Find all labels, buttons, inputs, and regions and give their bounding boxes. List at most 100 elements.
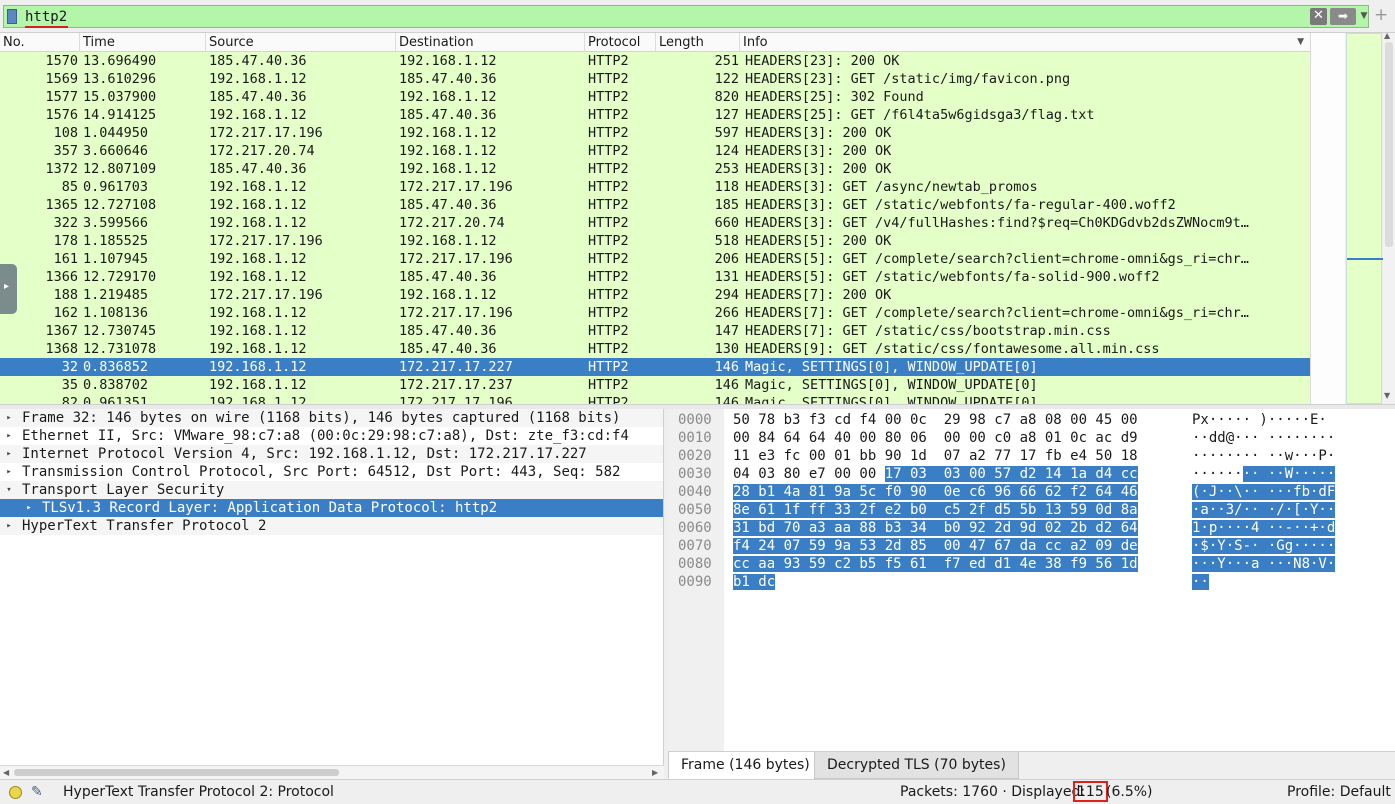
expand-chevron-right-icon[interactable]: ▸ [3,427,15,445]
details-scrollbar-thumb[interactable] [14,769,339,776]
profile-selector[interactable]: Profile: Default [1287,780,1391,804]
capture-comment-edit-icon[interactable]: ✎ [31,780,43,804]
hex-bytes[interactable]: 8e 61 1f ff 33 2f e2 b0 c5 2f d5 5b 13 5… [733,501,1138,519]
packet-list-scroll-gutter [1310,33,1345,404]
scroll-down-icon[interactable]: ▼ [1384,391,1390,400]
tab-decrypted-tls[interactable]: Decrypted TLS (70 bytes) [814,752,1019,779]
column-header-protocol[interactable]: Protocol [585,33,656,52]
packet-list-scrollbar[interactable]: ▲ ▼ [1383,31,1395,404]
clear-filter-icon[interactable]: ✕ [1310,8,1327,25]
ascii-bytes[interactable]: ·· [1192,573,1209,591]
ascii-bytes[interactable]: ········ ··w···P· [1192,447,1335,465]
column-header-source[interactable]: Source [206,33,396,52]
ascii-bytes[interactable]: ·a··3/·· ·/·[·Y·· [1192,501,1336,519]
packet-row[interactable]: 108 1.044950 172.217.17.196 192.168.1.12 HTT… [0,124,1310,142]
scroll-left-icon[interactable]: ◀ [3,766,9,779]
ascii-bytes[interactable]: ···Y···a ···N8·V· [1192,555,1336,573]
hex-bytes[interactable]: 04 03 80 e7 00 00 17 03 03 00 57 d2 14 1… [733,465,1138,483]
expand-chevron-right-icon[interactable]: ▸ [3,445,15,463]
packet-row[interactable]: 1366 12.729170 192.168.1.12 185.47.40.36 HTT… [0,268,1310,286]
expand-chevron-right-icon[interactable]: ▸ [3,463,15,481]
add-filter-button-plus-icon[interactable]: + [1374,6,1388,24]
column-header-no[interactable]: No. [0,33,80,52]
byte-offset: 0030 [678,466,712,482]
packet-list-side-handle-icon[interactable]: ▸ [0,264,17,314]
cell-length: 185 [714,197,739,213]
packet-row[interactable]: 1577 15.037900 185.47.40.36 192.168.1.12 HTT… [0,88,1310,106]
expand-chevron-right-icon[interactable]: ▸ [3,517,15,535]
ascii-bytes[interactable]: ··dd@··· ········ [1192,429,1335,447]
ascii-bytes[interactable]: Px····· )·····E· [1192,411,1327,429]
packet-row[interactable]: 82 0.961351 192.168.1.12 172.217.17.196 HTTP… [0,394,1310,404]
packet-row[interactable]: 178 1.185525 172.217.17.196 192.168.1.12 HTT… [0,232,1310,250]
ascii-bytes[interactable]: 1·p····4 ··-··+·d [1192,519,1336,537]
packet-row[interactable]: 35 0.838702 192.168.1.12 172.217.17.237 HTTP… [0,376,1310,394]
hex-selected: 17 03 03 00 57 d2 14 1a d4 cc [884,466,1138,482]
packet-list: No. Time Source Destination Protocol Len… [0,33,1345,404]
expand-chevron-down-icon[interactable]: ▾ [3,481,15,499]
hex-bytes[interactable]: f4 24 07 59 9a 53 2d 85 00 47 67 da cc a… [733,537,1138,555]
tab-frame-bytes[interactable]: Frame (146 bytes) [668,752,823,779]
packet-list-minimap[interactable] [1346,33,1383,404]
hex-bytes[interactable]: cc aa 93 59 c2 b5 f5 61 f7 ed d1 4e 38 f… [733,555,1138,573]
hex-bytes[interactable]: 00 84 64 64 40 00 80 06 00 00 c0 a8 01 0… [733,429,1138,447]
cell-destination: 192.168.1.12 [399,287,497,303]
filter-highlight-underline [25,26,68,28]
packet-row[interactable]: 1367 12.730745 192.168.1.12 185.47.40.36 HTT… [0,322,1310,340]
detail-tree-label: TLSv1.3 Record Layer: Application Data P… [42,500,498,516]
detail-tree-item[interactable]: ▸ Frame 32: 146 bytes on wire (1168 bits)… [0,409,663,427]
hex-bytes[interactable]: b1 dc [733,573,776,591]
apply-filter-arrow-icon[interactable]: ➡ [1330,8,1356,25]
packet-row[interactable]: 188 1.219485 172.217.17.196 192.168.1.12 HTT… [0,286,1310,304]
cell-no: 357 [53,143,78,159]
hex-bytes[interactable]: 28 b1 4a 81 9a 5c f0 90 0e c6 96 66 62 f… [733,483,1138,501]
filter-text[interactable]: http2 [25,8,67,26]
cell-length: 146 [714,395,739,404]
scroll-up-icon[interactable]: ▲ [1384,31,1390,40]
display-filter-input[interactable]: http2 ✕ ➡ ▼ [3,5,1369,28]
packet-row[interactable]: 1576 14.914125 192.168.1.12 185.47.40.36 HTT… [0,106,1310,124]
packet-row[interactable]: 1368 12.731078 192.168.1.12 185.47.40.36 HTT… [0,340,1310,358]
column-header-time[interactable]: Time [80,33,206,52]
expert-info-indicator-icon[interactable] [9,786,22,799]
cell-protocol: HTTP2 [588,53,629,69]
filter-bookmark-icon[interactable] [7,9,17,24]
detail-tree-item[interactable]: ▸ Transmission Control Protocol, Src Port… [0,463,663,481]
scrollbar-thumb[interactable] [1385,42,1393,247]
detail-tree-item[interactable]: ▸ Internet Protocol Version 4, Src: 192.1… [0,445,663,463]
hex-bytes[interactable]: 50 78 b3 f3 cd f4 00 0c 29 98 c7 a8 08 0… [733,411,1138,429]
expand-chevron-right-icon[interactable]: ▸ [3,409,15,427]
ascii-bytes[interactable]: ·$·Y·S-· ·Gg····· [1192,537,1336,555]
sort-chevron-down-icon[interactable]: ▼ [1297,33,1304,52]
detail-tree-item[interactable]: ▸ HyperText Transfer Protocol 2 [0,517,663,535]
expand-chevron-right-icon[interactable]: ▸ [23,499,35,517]
packet-row[interactable]: 1372 12.807109 185.47.40.36 192.168.1.12 HTT… [0,160,1310,178]
details-horizontal-scrollbar[interactable]: ◀ ▶ [0,765,664,779]
packet-row[interactable]: 85 0.961703 192.168.1.12 172.217.17.196 HTTP… [0,178,1310,196]
packet-row[interactable]: 322 3.599566 192.168.1.12 172.217.20.74 HTTP… [0,214,1310,232]
packet-row[interactable]: 1570 13.696490 185.47.40.36 192.168.1.12 HTT… [0,52,1310,70]
column-header-length[interactable]: Length [656,33,740,52]
ascii-bytes[interactable]: (·J··\·· ···fb·dF [1192,483,1336,501]
packet-row[interactable]: 1569 13.610296 192.168.1.12 185.47.40.36 HTT… [0,70,1310,88]
bytes-row: 0060 31 bd 70 a3 aa 88 b3 34 b0 92 2d 9d … [668,519,1395,537]
cell-destination: 172.217.17.227 [399,359,513,375]
hex-bytes[interactable]: 31 bd 70 a3 aa 88 b3 34 b0 92 2d 9d 02 2… [733,519,1138,537]
ascii-bytes[interactable]: ········ ··W····· [1192,465,1336,483]
packet-row[interactable]: 1365 12.727108 192.168.1.12 185.47.40.36 HTT… [0,196,1310,214]
column-header-destination[interactable]: Destination [396,33,585,52]
cell-destination: 185.47.40.36 [399,107,497,123]
detail-tree-item[interactable]: ▸ Ethernet II, Src: VMware_98:c7:a8 (00:0… [0,427,663,445]
cell-info: HEADERS[23]: GET /static/img/favicon.png [745,71,1071,87]
hex-bytes[interactable]: 11 e3 fc 00 01 bb 90 1d 07 a2 77 17 fb e… [733,447,1138,465]
packet-row-selected[interactable]: 32 0.836852 192.168.1.12 172.217.17.227 HTTP… [0,358,1310,376]
scroll-right-icon[interactable]: ▶ [652,766,658,779]
detail-tree-item[interactable]: ▾ Transport Layer Security [0,481,663,499]
packet-row[interactable]: 162 1.108136 192.168.1.12 172.217.17.196 HTT… [0,304,1310,322]
packet-row[interactable]: 161 1.107945 192.168.1.12 172.217.17.196 HTT… [0,250,1310,268]
packet-row[interactable]: 357 3.660646 172.217.20.74 192.168.1.12 HTTP… [0,142,1310,160]
cell-info: Magic, SETTINGS[0], WINDOW_UPDATE[0] [745,395,1038,404]
filter-history-chevron-down-icon[interactable]: ▼ [1359,9,1369,24]
column-header-info[interactable]: Info ▼ [740,33,1310,52]
detail-tree-item[interactable]: ▸ TLSv1.3 Record Layer: Application Data … [0,499,663,517]
